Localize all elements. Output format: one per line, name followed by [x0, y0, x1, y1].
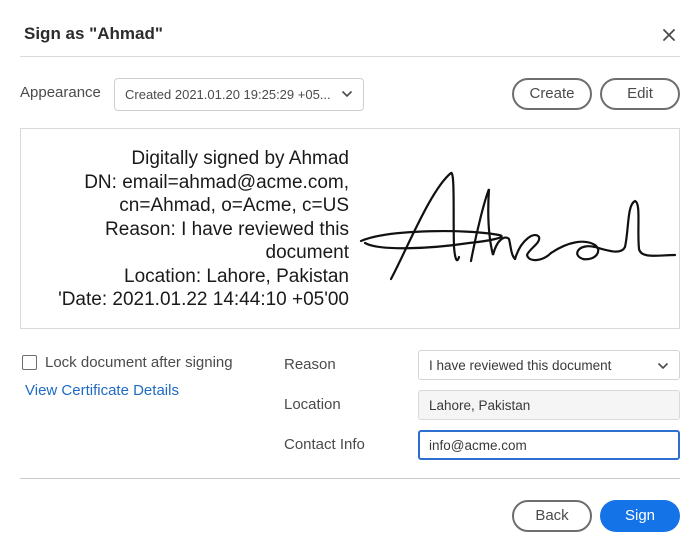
lock-document-label: Lock document after signing — [45, 353, 233, 371]
contact-info-field[interactable]: info@acme.com — [418, 430, 680, 460]
back-button[interactable]: Back — [512, 500, 592, 532]
reason-value: I have reviewed this document — [429, 358, 612, 373]
chevron-down-icon — [657, 362, 669, 370]
signature-line: Location: Lahore, Pakistan — [124, 265, 349, 287]
sign-button[interactable]: Sign — [600, 500, 680, 532]
signature-line: document — [265, 242, 349, 263]
reason-label: Reason — [284, 356, 336, 373]
appearance-label: Appearance — [20, 84, 101, 101]
handwritten-signature — [359, 171, 677, 281]
title-divider — [20, 56, 680, 57]
lock-document-checkbox[interactable]: Lock document after signing — [22, 352, 233, 372]
signature-preview: Digitally signed by Ahmad DN: email=ahma… — [20, 128, 680, 329]
location-field[interactable]: Lahore, Pakistan — [418, 390, 680, 420]
location-label: Location — [284, 396, 341, 413]
close-icon[interactable] — [658, 24, 680, 46]
edit-button[interactable]: Edit — [600, 78, 680, 110]
checkbox-box[interactable] — [22, 354, 37, 370]
create-button[interactable]: Create — [512, 78, 592, 110]
sign-dialog: Sign as "Ahmad" Appearance Created 2021.… — [0, 0, 700, 557]
appearance-dropdown[interactable]: Created 2021.01.20 19:25:29 +05... — [114, 78, 364, 111]
appearance-selected-value: Created 2021.01.20 19:25:29 +05... — [125, 87, 331, 102]
signature-line: cn=Ahmad, o=Acme, c=US — [119, 195, 349, 216]
contact-info-label: Contact Info — [284, 436, 365, 453]
signature-line: 'Date: 2021.01.22 14:44:10 +05'00 — [58, 289, 349, 310]
reason-dropdown[interactable]: I have reviewed this document — [418, 350, 680, 380]
chevron-down-icon — [341, 90, 353, 98]
signature-line: Digitally signed by Ahmad — [131, 148, 349, 169]
dialog-title: Sign as "Ahmad" — [24, 24, 163, 43]
signature-line: DN: email=ahmad@acme.com, — [84, 171, 349, 193]
contact-info-value: info@acme.com — [429, 438, 527, 453]
view-certificate-link[interactable]: View Certificate Details — [25, 382, 179, 399]
footer-divider — [20, 478, 680, 479]
signature-line: Reason: I have reviewed this — [105, 218, 349, 240]
signature-details: Digitally signed by Ahmad DN: email=ahma… — [58, 147, 349, 312]
location-value: Lahore, Pakistan — [429, 398, 531, 413]
